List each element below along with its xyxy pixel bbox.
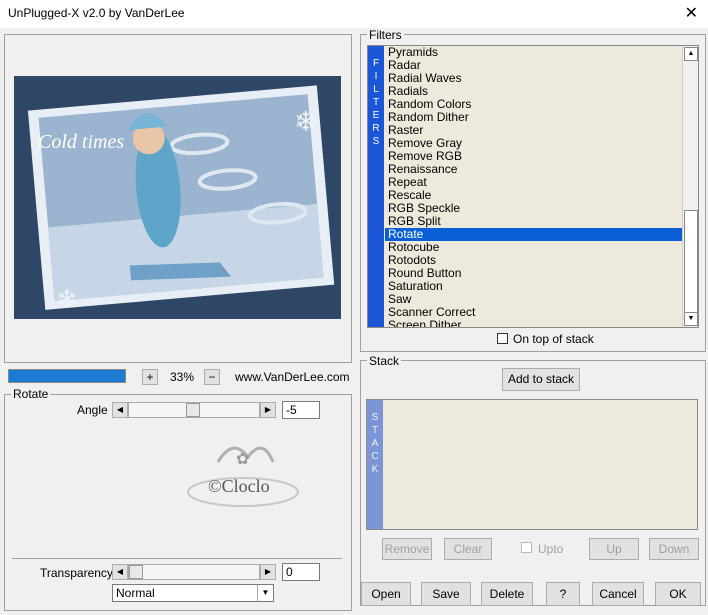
filter-item[interactable]: Screen Dither [385,319,682,328]
strip-letter: E [372,110,380,121]
filter-item[interactable]: Saturation [385,280,682,293]
watermark-text: ©Cloclo [208,476,270,496]
strip-letter: T [371,425,379,436]
clear-button[interactable]: Clear [444,538,492,560]
cloclo-watermark: ✿ ©Cloclo [187,446,299,507]
stack-group-label: Stack [367,354,402,368]
help-button[interactable]: ? [546,582,580,606]
upto-checkbox[interactable] [521,542,532,553]
snowflake-icon: ❄ [56,284,78,314]
strip-letter: K [371,464,379,475]
delete-button[interactable]: Delete [481,582,533,606]
website-link[interactable]: www.VanDerLee.com [235,370,350,384]
strip-letter: T [372,97,380,108]
on-top-label: On top of stack [513,332,594,346]
snowflake-icon: ❄ [294,106,317,137]
zoom-out-button[interactable]: − [204,369,220,385]
zoom-value: 33% [170,370,195,384]
angle-slider-thumb[interactable] [185,403,200,417]
filter-list[interactable]: FILTERS Pyramids Radar Radial Waves Radials… [367,45,699,328]
filter-item[interactable]: Random Dither [385,111,682,124]
blend-mode-value: Normal [116,586,155,600]
strip-letter: F [372,58,380,69]
angle-label: Angle [77,403,108,417]
save-button[interactable]: Save [421,582,471,606]
rotate-group-label: Rotate [11,387,51,401]
divider [12,558,342,559]
angle-left-button[interactable]: ◀ [112,402,128,418]
preview-caption: Cold times [38,131,124,153]
add-to-stack-button[interactable]: Add to stack [502,368,580,391]
down-button[interactable]: Down [649,538,699,560]
scroll-up-icon[interactable]: ▲ [684,47,698,61]
close-icon[interactable]: ✕ [685,3,698,23]
scroll-thumb[interactable] [684,210,698,313]
strip-letter: S [372,136,380,147]
strip-letter: A [371,438,379,449]
dialog-client: Cold times ❄ ❄ + 33% − www.VanDerLee.com… [0,28,708,615]
on-top-checkbox[interactable] [497,333,508,344]
stack-side-label: STACK [367,400,383,529]
zoom-in-button[interactable]: + [142,369,158,385]
filters-group: Filters FILTERS Pyramids Radar Radial Wave… [360,28,706,352]
filter-item[interactable]: Pyramids [385,46,682,59]
filter-item[interactable]: Radial Waves [385,72,682,85]
strip-letter: L [373,84,379,95]
transparency-label: Transparency [40,566,113,580]
progress-bar [8,369,126,383]
stack-list[interactable]: STACK [366,399,698,530]
blend-mode-select[interactable]: Normal ▼ [112,584,274,602]
strip-letter: I [374,71,378,82]
filter-items: Pyramids Radar Radial Waves Radials Random C… [385,46,682,328]
transparency-left-button[interactable]: ◀ [112,564,128,580]
filter-item[interactable]: Renaissance [385,163,682,176]
chevron-down-icon[interactable]: ▼ [257,585,273,601]
cancel-button[interactable]: Cancel [592,582,644,606]
progress-fill [9,370,125,382]
transparency-right-button[interactable]: ▶ [260,564,276,580]
strip-letter: C [371,451,379,462]
preview-panel: Cold times ❄ ❄ [4,34,352,363]
upto-label: Upto [538,542,564,556]
filter-item[interactable]: RGB Split [385,215,682,228]
remove-button[interactable]: Remove [382,538,432,560]
title-bar: UnPlugged-X v2.0 by VanDerLee ✕ [0,0,708,28]
scroll-down-icon[interactable]: ▼ [684,312,698,326]
up-button[interactable]: Up [589,538,639,560]
angle-right-button[interactable]: ▶ [260,402,276,418]
strip-letter: R [372,123,380,134]
filter-list-scrollbar[interactable]: ▲ ▼ [682,46,698,327]
open-button[interactable]: Open [361,582,411,606]
transparency-slider-thumb[interactable] [129,565,143,579]
flower-icon: ✿ [236,451,249,468]
ok-button[interactable]: OK [655,582,701,606]
transparency-slider[interactable] [128,564,260,580]
filters-group-label: Filters [367,28,404,42]
angle-input[interactable]: -5 [282,401,320,419]
filters-side-label: FILTERS [368,46,384,327]
window-title: UnPlugged-X v2.0 by VanDerLee [8,6,185,20]
angle-slider[interactable] [128,402,260,418]
strip-letter: S [371,412,379,423]
transparency-input[interactable]: 0 [282,563,320,581]
preview-artwork: Cold times ❄ ❄ [14,76,341,319]
preview-image: Cold times ❄ ❄ [14,76,341,319]
